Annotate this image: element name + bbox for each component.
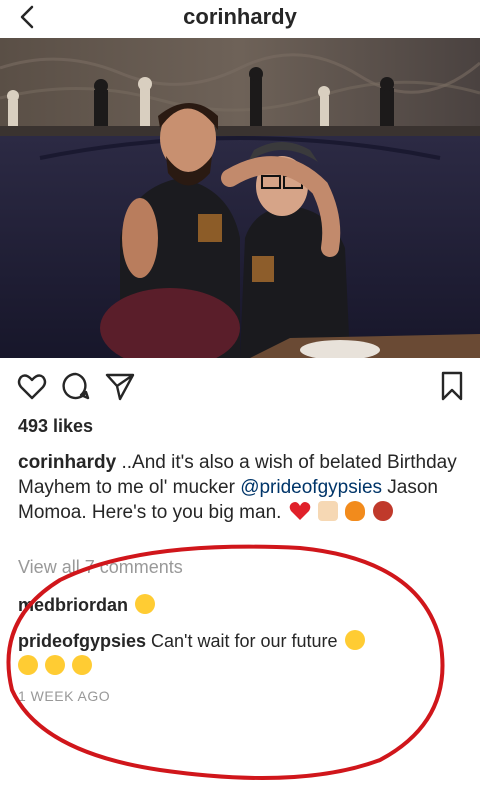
tongue-wink-icon [344,630,365,650]
comment-row: prideofgypsies Can't wait for our future [18,629,468,679]
photo-image [0,38,480,358]
comment-username[interactable]: prideofgypsies [18,631,146,651]
action-bar [0,366,480,406]
top-bar: corinhardy [0,0,480,38]
post-photo[interactable] [0,38,480,358]
tongue-wink-icon [18,655,38,675]
comment-text: Can't wait for our future [146,631,338,651]
comment-icon[interactable] [60,370,92,402]
bookmark-icon[interactable] [436,370,468,402]
page-title[interactable]: corinhardy [0,4,480,30]
comment-username[interactable]: medbriordan [18,595,128,615]
post-caption: corinhardy ..And it's also a wish of bel… [18,450,468,525]
heart-eyes-icon [135,594,156,614]
red-heart-icon [289,501,311,521]
post-timestamp: 1 WEEK AGO [18,688,111,704]
share-icon[interactable] [104,370,136,402]
devil-icon [372,501,393,521]
like-count[interactable]: 493 likes [18,416,93,437]
heart-icon[interactable] [16,370,48,402]
fire-icon [345,501,366,521]
tongue-wink-icon [72,655,93,675]
caption-mention[interactable]: @prideofgypsies [240,477,382,498]
view-all-comments[interactable]: View all 7 comments [18,557,183,578]
comment-row: medbriordan [18,593,468,618]
rock-hand-icon [317,501,338,521]
tongue-wink-icon [45,655,66,675]
caption-username[interactable]: corinhardy [18,452,116,473]
